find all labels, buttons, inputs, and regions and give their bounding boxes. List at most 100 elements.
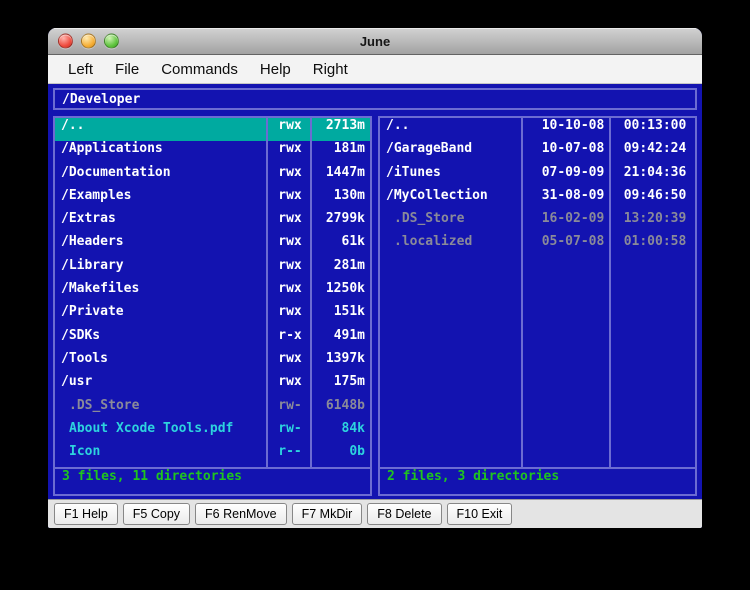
menu-item-left[interactable]: Left: [57, 61, 104, 78]
table-row[interactable]: /Private rwx 151k: [55, 304, 370, 327]
file-name-cell: /usr: [61, 374, 93, 390]
table-row[interactable]: Icon r-- 0b: [55, 444, 370, 467]
size-cell: 2799k: [325, 211, 365, 227]
permissions-cell: rwx: [278, 118, 302, 133]
file-manager-window: June Left File Commands Help Right /Develope…: [48, 28, 702, 528]
table-row[interactable]: /iTunes 07-09-09 21:04:36: [380, 165, 695, 188]
table-row[interactable]: /Headers rwx 61k: [55, 234, 370, 257]
file-name-cell: /MyCollection: [386, 187, 488, 203]
permissions-cell: rwx: [278, 374, 302, 390]
file-name-cell: About Xcode Tools.pdf: [69, 420, 234, 436]
file-name-cell: /Makefiles: [61, 281, 140, 297]
file-name-cell: /Headers: [61, 234, 124, 250]
file-name-cell: /..: [386, 118, 410, 133]
file-name-cell: .DS_Store: [394, 211, 465, 227]
file-name-cell: /Extras: [61, 211, 116, 227]
table-row[interactable]: /SDKs r-x 491m: [55, 328, 370, 351]
table-row[interactable]: About Xcode Tools.pdf rw- 84k: [55, 421, 370, 444]
size-cell: 181m: [333, 141, 365, 157]
table-row[interactable]: /GarageBand 10-07-08 09:42:24: [380, 141, 695, 164]
right-pane: /.. 10-10-08 00:13:00/GarageBand 10-07-08 09…: [378, 116, 697, 496]
date-cell: 31-08-09: [541, 187, 605, 203]
right-file-table: /.. 10-10-08 00:13:00/GarageBand 10-07-08 09…: [380, 118, 695, 467]
file-name-cell: /Private: [61, 304, 124, 320]
table-row[interactable]: .DS_Store rw- 6148b: [55, 398, 370, 421]
table-row[interactable]: /MyCollection 31-08-09 09:46:50: [380, 188, 695, 211]
column-separator: [310, 118, 312, 467]
size-cell: 130m: [333, 187, 365, 203]
panes: /.. rwx 2713m/Applications rwx 181m/Document…: [53, 116, 697, 496]
minimize-button[interactable]: [81, 33, 96, 49]
table-row[interactable]: /Extras rwx 2799k: [55, 211, 370, 234]
table-row[interactable]: /.. rwx 2713m: [55, 118, 370, 142]
time-cell: 13:20:39: [623, 211, 687, 227]
file-name-cell: .localized: [394, 234, 473, 250]
permissions-cell: rwx: [278, 141, 302, 157]
table-row[interactable]: /Tools rwx 1397k: [55, 351, 370, 374]
menu-item-help[interactable]: Help: [249, 61, 302, 78]
file-name-cell: .DS_Store: [69, 397, 140, 413]
f7-mkdir-button[interactable]: F7 MkDir: [291, 503, 363, 525]
time-cell: 09:42:24: [623, 141, 687, 157]
function-key-bar: F1 Help F5 Copy F6 RenMove F7 MkDir F8 Delet…: [48, 499, 702, 528]
time-cell: 09:46:50: [623, 187, 687, 203]
title-bar[interactable]: June: [48, 28, 702, 55]
table-row[interactable]: .DS_Store 16-02-09 13:20:39: [380, 211, 695, 234]
size-cell: 6148b: [325, 397, 365, 413]
size-cell: 2713m: [325, 118, 365, 133]
file-name-cell: /Applications: [61, 141, 163, 157]
menu-item-right[interactable]: Right: [302, 61, 359, 78]
close-button[interactable]: [58, 33, 73, 49]
file-name-cell: /GarageBand: [386, 141, 473, 157]
size-cell: 0b: [349, 444, 365, 460]
size-cell: 84k: [341, 420, 365, 436]
content-area: /Developer /.. rwx 2713m/Applications rwx 18…: [48, 84, 702, 499]
permissions-cell: r-x: [278, 327, 302, 343]
permissions-cell: rw-: [278, 420, 302, 436]
f5-copy-button[interactable]: F5 Copy: [122, 503, 191, 525]
date-cell: 05-07-08: [541, 234, 605, 250]
f8-delete-button[interactable]: F8 Delete: [367, 503, 442, 525]
table-row[interactable]: /Documentation rwx 1447m: [55, 165, 370, 188]
table-row[interactable]: /Makefiles rwx 1250k: [55, 281, 370, 304]
left-file-table: /.. rwx 2713m/Applications rwx 181m/Document…: [55, 118, 370, 467]
permissions-cell: rwx: [278, 164, 302, 180]
menu-bar: Left File Commands Help Right: [48, 55, 702, 84]
path-bar[interactable]: /Developer: [53, 88, 697, 110]
left-pane: /.. rwx 2713m/Applications rwx 181m/Document…: [53, 116, 372, 496]
file-name-cell: Icon: [69, 444, 101, 460]
table-row[interactable]: /usr rwx 175m: [55, 374, 370, 397]
size-cell: 1447m: [325, 164, 365, 180]
permissions-cell: rw-: [278, 397, 302, 413]
file-name-cell: /SDKs: [61, 327, 101, 343]
column-separator: [266, 118, 268, 467]
file-name-cell: /Tools: [61, 350, 108, 366]
permissions-cell: rwx: [278, 350, 302, 366]
menu-item-file[interactable]: File: [104, 61, 150, 78]
size-cell: 281m: [333, 257, 365, 273]
f6-renmove-button[interactable]: F6 RenMove: [195, 503, 287, 525]
permissions-cell: rwx: [278, 211, 302, 227]
file-name-cell: /iTunes: [386, 164, 441, 180]
table-row[interactable]: /Examples rwx 130m: [55, 188, 370, 211]
size-cell: 1250k: [325, 281, 365, 297]
size-cell: 61k: [341, 234, 365, 250]
size-cell: 151k: [333, 304, 365, 320]
time-cell: 00:13:00: [623, 118, 687, 133]
file-name-cell: /..: [61, 118, 85, 133]
f1-help-button[interactable]: F1 Help: [54, 503, 118, 525]
table-row[interactable]: .localized 05-07-08 01:00:58: [380, 234, 695, 257]
table-row[interactable]: /Library rwx 281m: [55, 258, 370, 281]
date-cell: 10-10-08: [541, 118, 605, 133]
table-row[interactable]: /.. 10-10-08 00:13:00: [380, 118, 695, 141]
f10-exit-button[interactable]: F10 Exit: [446, 503, 513, 525]
size-cell: 175m: [333, 374, 365, 390]
right-pane-status: 2 files, 3 directories: [380, 467, 695, 494]
menu-item-commands[interactable]: Commands: [150, 61, 249, 78]
left-pane-status: 3 files, 11 directories: [55, 467, 370, 494]
time-cell: 01:00:58: [623, 234, 687, 250]
zoom-button[interactable]: [104, 33, 119, 49]
table-row[interactable]: /Applications rwx 181m: [55, 141, 370, 164]
size-cell: 1397k: [325, 350, 365, 366]
size-cell: 491m: [333, 327, 365, 343]
